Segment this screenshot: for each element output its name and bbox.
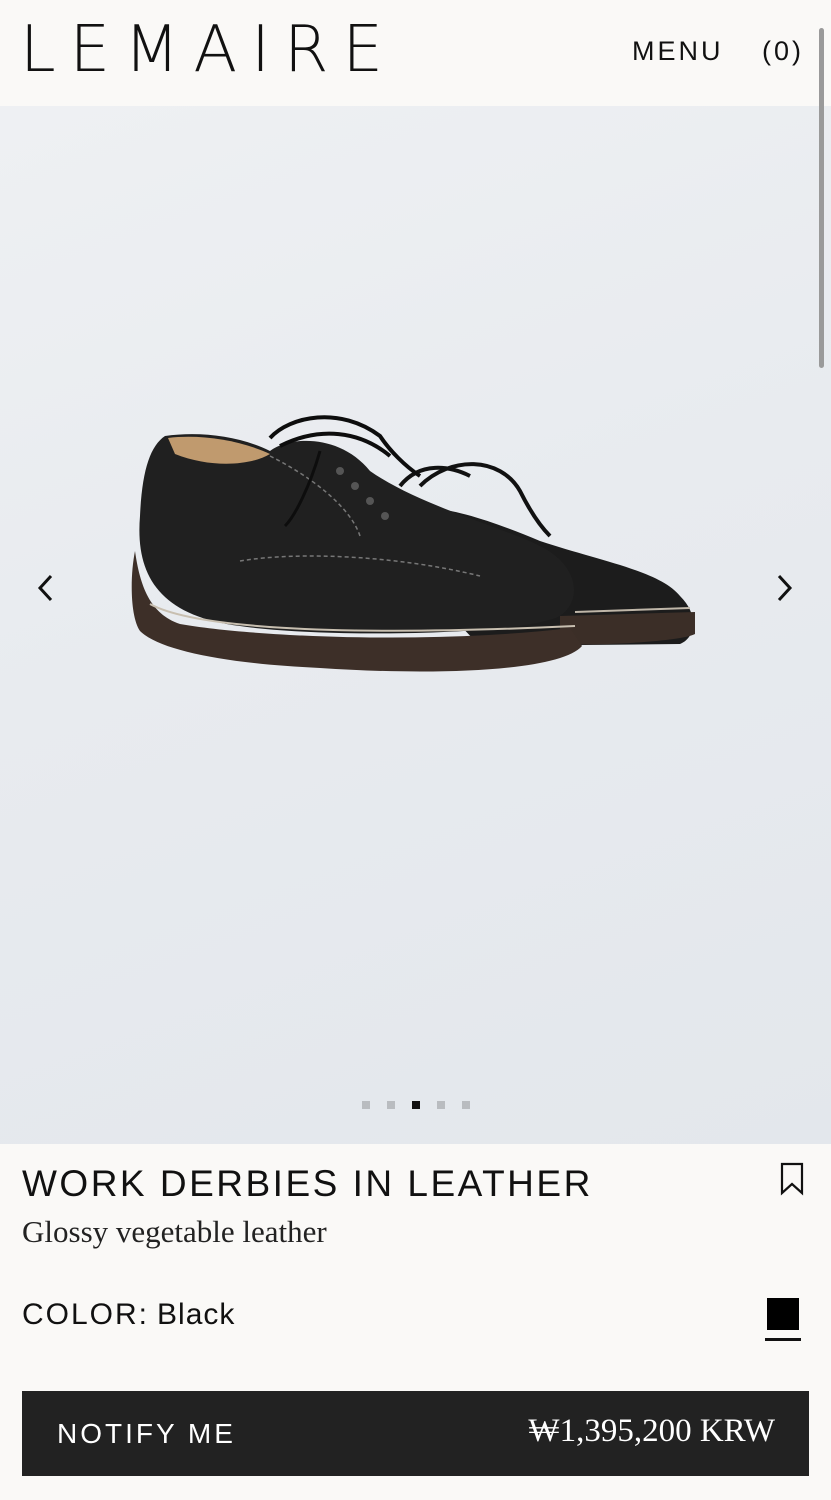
- product-subtitle: Glossy vegetable leather: [22, 1214, 327, 1249]
- pagination-dot[interactable]: [436, 1101, 445, 1109]
- chevron-left-icon: [37, 574, 53, 602]
- color-swatch-black[interactable]: [765, 1296, 801, 1344]
- page-scrollbar[interactable]: [819, 28, 824, 368]
- color-selector: COLOR: Black: [22, 1298, 235, 1332]
- front-shoe: [131, 415, 582, 672]
- product-title: WORK DERBIES IN LEATHER: [22, 1163, 593, 1204]
- pagination-dot[interactable]: [386, 1101, 395, 1109]
- bookmark-icon: [780, 1162, 804, 1196]
- menu-button[interactable]: MENU: [632, 36, 724, 67]
- pagination-dot[interactable]: [361, 1101, 370, 1109]
- product-image: [131, 415, 695, 672]
- chevron-right-icon: [777, 574, 793, 602]
- swatch-selected-indicator: [765, 1338, 801, 1341]
- notify-me-label: NOTIFY ME: [57, 1418, 236, 1449]
- site-header: LEMAIRE MENU (0): [0, 0, 831, 106]
- product-price: ₩1,395,200 KRW: [528, 1413, 775, 1449]
- gallery-prev-button[interactable]: [26, 568, 66, 608]
- pagination-dot[interactable]: [461, 1101, 470, 1109]
- logo[interactable]: LEMAIRE: [20, 14, 397, 86]
- color-value: Black: [157, 1298, 236, 1331]
- gallery-pagination: [0, 1101, 831, 1109]
- notify-me-button[interactable]: NOTIFY ME ₩1,395,200 KRW: [22, 1391, 809, 1476]
- product-gallery[interactable]: [0, 106, 831, 1144]
- wishlist-button[interactable]: [778, 1162, 806, 1196]
- pagination-dot-active[interactable]: [411, 1101, 420, 1109]
- gallery-next-button[interactable]: [764, 568, 804, 608]
- swatch-fill: [767, 1298, 799, 1330]
- product-page: LEMAIRE MENU (0) WORK DERBIES IN LEATHER…: [0, 0, 831, 1500]
- cart-button[interactable]: (0): [762, 36, 804, 67]
- color-label: COLOR:: [22, 1298, 150, 1331]
